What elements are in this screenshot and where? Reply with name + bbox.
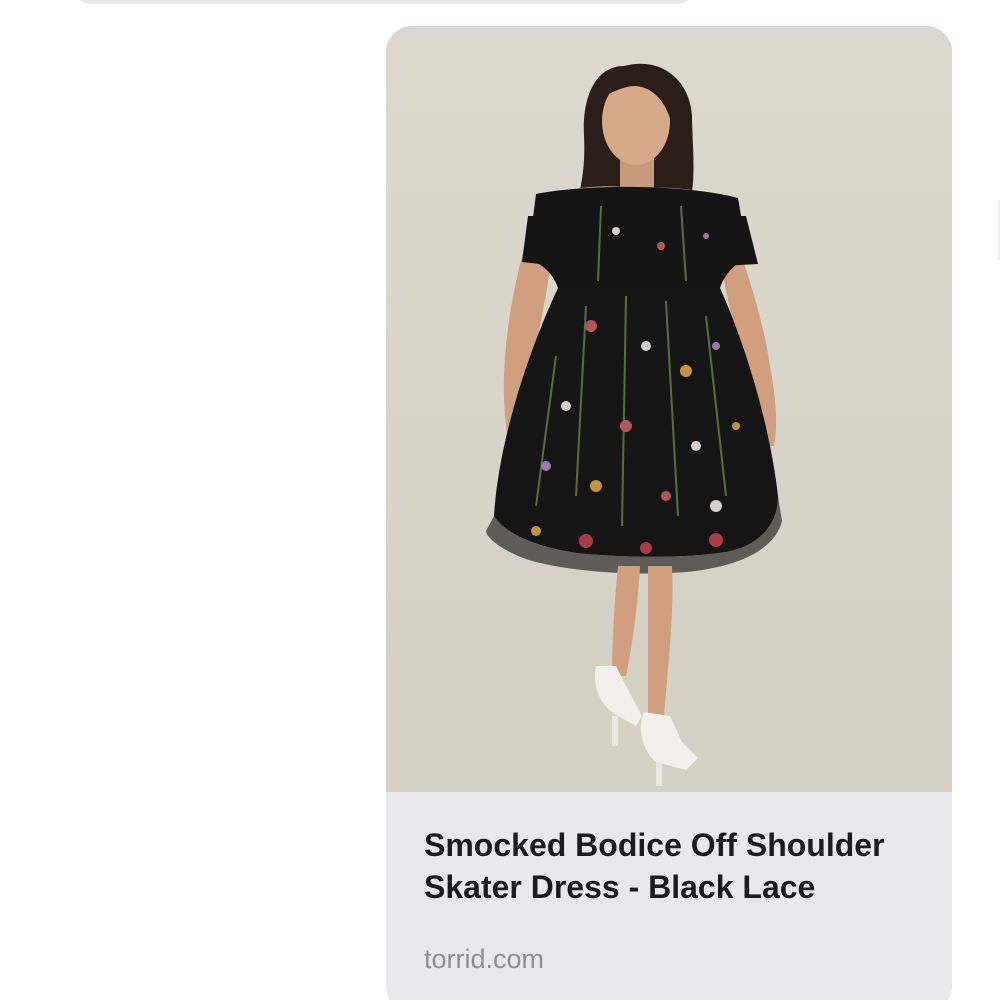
messages-screen: Smocked Bodice Off Shoulder Skater Dress… (0, 0, 1000, 1000)
product-preview-image[interactable] (386, 26, 952, 792)
previous-message-bubble[interactable] (70, 0, 698, 4)
link-title: Smocked Bodice Off Shoulder Skater Dress… (424, 827, 885, 905)
link-domain: torrid.com (424, 944, 545, 974)
product-photo-illustration (386, 63, 952, 792)
link-preview-bubble[interactable]: Smocked Bodice Off Shoulder Skater Dress… (386, 26, 952, 1000)
link-preview-caption[interactable]: Smocked Bodice Off Shoulder Skater Dress… (386, 792, 952, 1000)
